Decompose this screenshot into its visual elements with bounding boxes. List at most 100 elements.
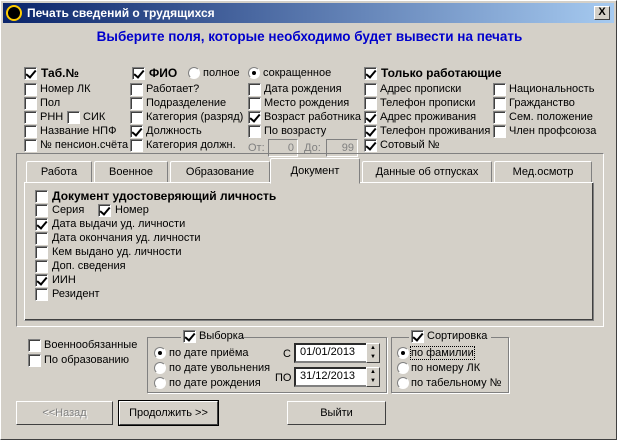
reg-phone-label: Телефон прописки	[380, 97, 476, 109]
home-address-label: Адрес проживания	[380, 111, 477, 123]
gender-label: Пол	[40, 97, 61, 109]
by-dismissal-date-radio[interactable]	[154, 362, 166, 374]
id-document-checkbox[interactable]	[35, 190, 48, 203]
extra-info-label: Доп. сведения	[52, 260, 126, 272]
exit-button[interactable]: Выйти	[287, 401, 386, 425]
position-label: Должность	[146, 125, 202, 137]
mobile-checkbox[interactable]	[364, 139, 377, 152]
citizenship-label: Гражданство	[509, 97, 575, 109]
tab-education[interactable]: Образование	[170, 161, 270, 183]
by-education-label: По образованию	[44, 354, 129, 366]
series-checkbox[interactable]	[35, 204, 48, 217]
sorting-title: Сортировка	[409, 330, 491, 344]
npf-name-checkbox[interactable]	[24, 125, 37, 138]
tab-no-checkbox[interactable]	[24, 67, 37, 80]
fio-checkbox[interactable]	[132, 67, 145, 80]
from-date-spinner[interactable]: ▲ ▼	[366, 343, 380, 363]
tab-military[interactable]: Военное	[94, 161, 168, 183]
number-checkbox[interactable]	[98, 204, 111, 217]
citizenship-checkbox[interactable]	[493, 97, 506, 110]
close-button[interactable]: X	[594, 6, 610, 20]
rnn-checkbox[interactable]	[24, 111, 37, 124]
issued-by-checkbox[interactable]	[35, 246, 48, 259]
nationality-checkbox[interactable]	[493, 83, 506, 96]
page-heading: Выберите поля, которые необходимо будет …	[96, 29, 523, 44]
selection-label: Выборка	[199, 330, 244, 342]
home-address-checkbox[interactable]	[364, 111, 377, 124]
birth-date-checkbox[interactable]	[248, 83, 261, 96]
only-working-checkbox[interactable]	[364, 67, 377, 80]
by-hire-date-radio[interactable]	[154, 347, 166, 359]
gender-checkbox[interactable]	[24, 97, 37, 110]
spin-down-icon: ▼	[370, 378, 376, 384]
is-working-label: Работает?	[146, 83, 200, 95]
sik-checkbox[interactable]	[67, 111, 80, 124]
fio-label: ФИО	[149, 66, 178, 80]
by-age-checkbox[interactable]	[248, 125, 261, 138]
birth-date-label: Дата рождения	[264, 83, 342, 95]
by-lk-number-radio[interactable]	[397, 362, 409, 374]
fio-short-label: сокращенное	[263, 67, 332, 79]
by-lk-number-label: по номеру ЛК	[411, 362, 481, 374]
iin-label: ИИН	[52, 274, 76, 286]
iin-checkbox[interactable]	[35, 274, 48, 287]
pension-account-checkbox[interactable]	[24, 139, 37, 152]
lk-number-label: Номер ЛК	[40, 83, 91, 95]
print-employees-window: Печать сведений о трудящихся X Выберите …	[0, 0, 617, 440]
position-category-label: Категория должн.	[146, 139, 236, 151]
series-label: Серия	[52, 204, 85, 216]
grade-category-checkbox[interactable]	[130, 111, 143, 124]
fio-short-radio[interactable]	[248, 67, 260, 79]
tab-medical[interactable]: Мед.осмотр	[494, 161, 592, 183]
reg-phone-checkbox[interactable]	[364, 97, 377, 110]
by-surname-radio[interactable]	[397, 347, 409, 359]
tab-document[interactable]: Документ	[270, 158, 360, 184]
marital-status-checkbox[interactable]	[493, 111, 506, 124]
spin-up-icon: ▲	[370, 345, 376, 351]
by-birth-date-radio[interactable]	[154, 377, 166, 389]
home-phone-label: Телефон проживания	[380, 125, 491, 137]
from-date-input[interactable]: 01/01/2013	[294, 343, 374, 363]
department-checkbox[interactable]	[130, 97, 143, 110]
is-working-checkbox[interactable]	[130, 83, 143, 96]
tab-vacations[interactable]: Данные об отпусках	[362, 161, 492, 183]
expiry-date-checkbox[interactable]	[35, 232, 48, 245]
lk-number-checkbox[interactable]	[24, 83, 37, 96]
resident-checkbox[interactable]	[35, 288, 48, 301]
department-label: Подразделение	[146, 97, 227, 109]
employee-age-label: Возраст работника	[264, 111, 362, 123]
to-date-input[interactable]: 31/12/2013	[294, 367, 374, 387]
by-education-checkbox[interactable]	[28, 354, 41, 367]
continue-button[interactable]: Продолжить >>	[118, 400, 219, 426]
document-tab-panel: Документ удостоверяющий личность Серия Н…	[24, 182, 594, 321]
marital-status-label: Сем. положение	[509, 111, 593, 123]
id-document-label: Документ удостоверяющий личность	[52, 189, 277, 203]
resident-label: Резидент	[52, 288, 100, 300]
to-date-spinner[interactable]: ▲ ▼	[366, 367, 380, 387]
title-bar: Печать сведений о трудящихся X	[3, 3, 614, 23]
number-label: Номер	[115, 204, 149, 216]
sorting-checkbox[interactable]	[411, 330, 424, 343]
by-personnel-number-radio[interactable]	[397, 377, 409, 389]
position-checkbox[interactable]	[130, 125, 143, 138]
grade-category-label: Категория (разряд)	[146, 111, 244, 123]
app-icon	[6, 5, 22, 21]
birth-place-checkbox[interactable]	[248, 97, 261, 110]
fio-full-radio[interactable]	[188, 67, 200, 79]
selection-checkbox[interactable]	[183, 330, 196, 343]
employee-age-checkbox[interactable]	[248, 111, 261, 124]
tab-work[interactable]: Работа	[26, 161, 92, 183]
union-member-checkbox[interactable]	[493, 125, 506, 138]
issue-date-checkbox[interactable]	[35, 218, 48, 231]
sorting-label: Сортировка	[427, 330, 488, 342]
extra-info-checkbox[interactable]	[35, 260, 48, 273]
only-working-label: Только работающие	[381, 66, 502, 80]
military-obligated-label: Военнообязанные	[44, 339, 138, 351]
reg-address-checkbox[interactable]	[364, 83, 377, 96]
issue-date-label: Дата выдачи уд. личности	[52, 218, 186, 230]
position-category-checkbox[interactable]	[130, 139, 143, 152]
military-obligated-checkbox[interactable]	[28, 339, 41, 352]
home-phone-checkbox[interactable]	[364, 125, 377, 138]
union-member-label: Член профсоюза	[509, 125, 597, 137]
back-button[interactable]: <<Назад	[16, 401, 113, 425]
